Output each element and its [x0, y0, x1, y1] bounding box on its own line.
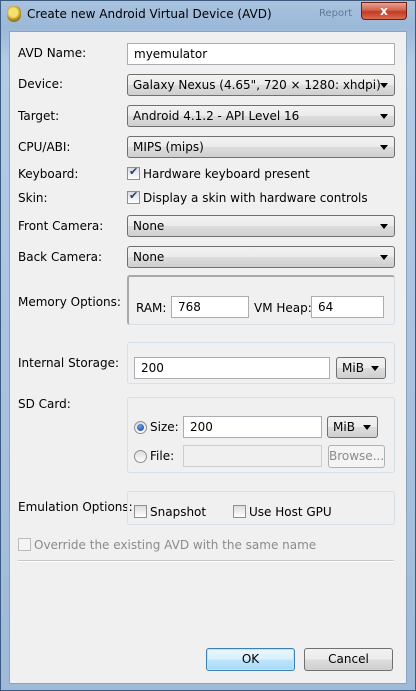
- sd-card-label: SD Card:: [18, 397, 71, 411]
- snapshot-checkbox[interactable]: [134, 505, 147, 518]
- sd-file-radio[interactable]: [134, 450, 147, 463]
- window-title: Create new Android Virtual Device (AVD): [27, 7, 272, 21]
- back-camera-value: None: [133, 250, 165, 264]
- chevron-down-icon: [380, 83, 388, 88]
- back-camera-label: Back Camera:: [18, 250, 103, 264]
- background-tab-label: Report: [319, 8, 353, 19]
- internal-storage-unit-value: MiB: [342, 361, 364, 375]
- sd-size-unit-value: MiB: [333, 420, 355, 434]
- front-camera-label: Front Camera:: [18, 219, 104, 233]
- back-camera-dropdown[interactable]: None: [127, 246, 395, 268]
- dialog-client-area: AVD Name: myemulator Device: Galaxy Nexu…: [9, 31, 407, 684]
- device-dropdown[interactable]: Galaxy Nexus (4.65", 720 × 1280: xhdpi): [127, 74, 395, 96]
- display-skin-label: Display a skin with hardware controls: [143, 191, 368, 205]
- target-label: Target:: [18, 109, 60, 123]
- chevron-down-icon: [363, 425, 371, 430]
- avd-name-input[interactable]: myemulator: [127, 43, 395, 65]
- hardware-keyboard-checkbox[interactable]: [127, 165, 140, 180]
- vm-heap-input[interactable]: 64: [311, 296, 384, 318]
- background-window-tabs: Report: [251, 1, 363, 25]
- avd-name-label: AVD Name:: [18, 46, 87, 60]
- cancel-button[interactable]: Cancel: [304, 648, 393, 671]
- chevron-down-icon: [380, 114, 388, 119]
- ram-input[interactable]: 768: [171, 296, 249, 318]
- cpu-abi-label: CPU/ABI:: [18, 140, 71, 154]
- use-host-gpu-label: Use Host GPU: [249, 505, 332, 519]
- internal-storage-unit-dropdown[interactable]: MiB: [336, 357, 386, 379]
- emulation-options-label: Emulation Options:: [18, 500, 133, 514]
- memory-options-label: Memory Options:: [18, 295, 121, 309]
- target-value: Android 4.1.2 - API Level 16: [133, 109, 300, 123]
- override-avd-label: Override the existing AVD with the same …: [34, 538, 317, 552]
- cpu-abi-value: MIPS (mips): [133, 140, 204, 154]
- target-dropdown[interactable]: Android 4.1.2 - API Level 16: [127, 105, 395, 127]
- hardware-keyboard-label: Hardware keyboard present: [143, 167, 310, 181]
- keyboard-label: Keyboard:: [18, 167, 79, 181]
- android-sdk-icon: [7, 6, 21, 22]
- skin-label: Skin:: [18, 191, 48, 205]
- device-label: Device:: [18, 77, 64, 91]
- front-camera-value: None: [133, 219, 165, 233]
- internal-storage-label: Internal Storage:: [18, 356, 120, 370]
- sd-size-label: Size:: [150, 420, 179, 434]
- chevron-down-icon: [371, 366, 379, 371]
- override-avd-checkbox[interactable]: [18, 538, 31, 551]
- snapshot-label: Snapshot: [150, 505, 207, 519]
- sd-size-unit-dropdown[interactable]: MiB: [327, 416, 378, 438]
- chevron-down-icon: [380, 145, 388, 150]
- ok-button[interactable]: OK: [206, 648, 295, 671]
- dialog-window: Create new Android Virtual Device (AVD) …: [0, 0, 416, 691]
- chevron-down-icon: [380, 224, 388, 229]
- display-skin-checkbox[interactable]: [127, 189, 140, 204]
- internal-storage-input[interactable]: 200: [134, 357, 330, 379]
- sd-file-input[interactable]: [183, 445, 322, 467]
- title-bar[interactable]: Create new Android Virtual Device (AVD) …: [1, 1, 415, 27]
- device-value: Galaxy Nexus (4.65", 720 × 1280: xhdpi): [133, 78, 381, 92]
- ram-label: RAM:: [136, 301, 167, 315]
- chevron-down-icon: [380, 255, 388, 260]
- cpu-abi-dropdown[interactable]: MIPS (mips): [127, 136, 395, 158]
- separator: [18, 560, 394, 562]
- sd-file-label: File:: [150, 449, 175, 463]
- sd-size-input[interactable]: 200: [183, 416, 322, 438]
- browse-button[interactable]: Browse...: [328, 445, 385, 468]
- vm-heap-label: VM Heap:: [254, 301, 312, 315]
- close-button[interactable]: x: [361, 2, 407, 20]
- sd-size-radio[interactable]: [134, 421, 147, 434]
- use-host-gpu-checkbox[interactable]: [233, 505, 246, 518]
- front-camera-dropdown[interactable]: None: [127, 215, 395, 237]
